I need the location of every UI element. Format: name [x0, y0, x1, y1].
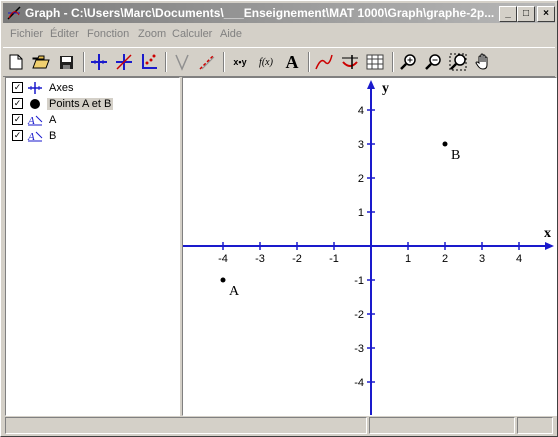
status-panel [5, 417, 367, 434]
menu-zoom[interactable]: Zoom [138, 28, 166, 40]
zoom-in-icon[interactable] [397, 51, 419, 73]
checkbox[interactable]: ✓ [12, 98, 23, 109]
y-tick-label: 2 [358, 173, 364, 185]
point-a [220, 277, 226, 283]
x-tick-label: 1 [405, 253, 411, 265]
x-tick-label: -1 [329, 253, 339, 265]
x-tick-label: -3 [255, 253, 265, 265]
main-window: Graph - C:\Users\Marc\Documents\___Ensei… [0, 0, 558, 437]
y-axis-arrow [367, 80, 375, 89]
relation-icon[interactable] [339, 51, 361, 73]
y-tick-label: -4 [354, 377, 364, 389]
toolbar-separator [392, 52, 394, 72]
status-bar [3, 416, 555, 434]
y-tick-label: 1 [358, 207, 364, 219]
checkbox[interactable]: ✓ [12, 82, 23, 93]
insert-series-icon[interactable] [113, 51, 135, 73]
axes-icon[interactable] [88, 51, 110, 73]
menu-aide[interactable]: Aide [220, 28, 242, 40]
y-tick-label: 4 [358, 105, 364, 117]
window-title: Graph - C:\Users\Marc\Documents\___Ensei… [25, 6, 495, 20]
minimize-button[interactable]: _ [499, 6, 517, 22]
function-list-panel: ✓ Axes ✓ Points A et B ✓ A A ✓ A B [5, 77, 180, 416]
point-series-icon[interactable] [138, 51, 160, 73]
toolbar-separator [223, 52, 225, 72]
save-icon[interactable] [55, 51, 77, 73]
open-folder-icon[interactable] [30, 51, 52, 73]
title-bar[interactable]: Graph - C:\Users\Marc\Documents\___Ensei… [3, 3, 555, 23]
list-item-label: A [49, 113, 57, 126]
xy-icon[interactable]: x•y [229, 51, 251, 73]
list-item-label: Points A et B [47, 97, 114, 110]
list-item-axes[interactable]: ✓ Axes [12, 80, 75, 95]
pan-hand-icon[interactable] [472, 51, 494, 73]
checkbox[interactable]: ✓ [12, 130, 23, 141]
toolbar: x•y f(x) A [3, 47, 555, 77]
y-tick-label: 3 [358, 139, 364, 151]
menu-editer[interactable]: Éditer [50, 28, 79, 40]
table-icon[interactable] [364, 51, 386, 73]
point-b [442, 141, 448, 147]
y-tick-label: -3 [354, 343, 364, 355]
x-tick-label: -2 [292, 253, 302, 265]
maximize-button[interactable]: □ [517, 6, 535, 22]
point-label-a: A [229, 284, 240, 299]
list-item-a[interactable]: ✓ A A [12, 112, 58, 127]
list-item-points[interactable]: ✓ Points A et B [12, 96, 114, 111]
list-item-label: Axes [49, 81, 74, 94]
axes-icon [28, 81, 42, 94]
x-tick-label: 3 [479, 253, 485, 265]
point-label-b: B [451, 148, 460, 163]
x-tick-label: 2 [442, 253, 448, 265]
status-panel [517, 417, 553, 434]
close-button[interactable]: × [537, 6, 555, 22]
point-marker-icon [30, 98, 40, 109]
new-file-icon[interactable] [5, 51, 27, 73]
tangent-icon[interactable] [171, 51, 193, 73]
graph-canvas[interactable]: x y -4 -3 -2 -1 1 2 3 4 4 3 2 1 -1 -2 -3 -4 A B [183, 78, 556, 415]
function-icon[interactable]: f(x) [255, 51, 277, 73]
toolbar-separator [165, 52, 167, 72]
label-icon: A [27, 115, 43, 126]
menu-fonction[interactable]: Fonction [87, 28, 129, 40]
label-icon: A [27, 131, 43, 142]
graph-area[interactable]: x y -4 -3 -2 -1 1 2 3 4 4 3 2 1 -1 -2 -3 -4 A B [182, 77, 557, 416]
zoom-out-icon[interactable] [422, 51, 444, 73]
y-axis-label: y [382, 81, 389, 96]
y-tick-label: -2 [354, 309, 364, 321]
menu-bar: Fichier Éditer Fonction Zoom Calculer Ai… [3, 25, 555, 44]
y-tick-label: -1 [354, 275, 364, 287]
x-tick-label: -4 [218, 253, 228, 265]
x-axis-label: x [544, 226, 551, 241]
toolbar-separator [308, 52, 310, 72]
status-panel [369, 417, 515, 434]
x-tick-label: 4 [516, 253, 522, 265]
text-icon[interactable]: A [281, 51, 303, 73]
menu-fichier[interactable]: Fichier [10, 28, 43, 40]
svg-text:A: A [27, 131, 35, 142]
trendline-icon[interactable] [313, 51, 335, 73]
list-item-label: B [49, 129, 57, 142]
graph-app-icon [7, 6, 21, 20]
toolbar-separator [83, 52, 85, 72]
list-item-b[interactable]: ✓ A B [12, 128, 58, 143]
svg-text:A: A [27, 115, 35, 126]
normal-icon[interactable] [196, 51, 218, 73]
zoom-fit-icon[interactable] [447, 51, 469, 73]
checkbox[interactable]: ✓ [12, 114, 23, 125]
menu-calculer[interactable]: Calculer [172, 28, 212, 40]
x-axis-arrow [545, 242, 554, 250]
